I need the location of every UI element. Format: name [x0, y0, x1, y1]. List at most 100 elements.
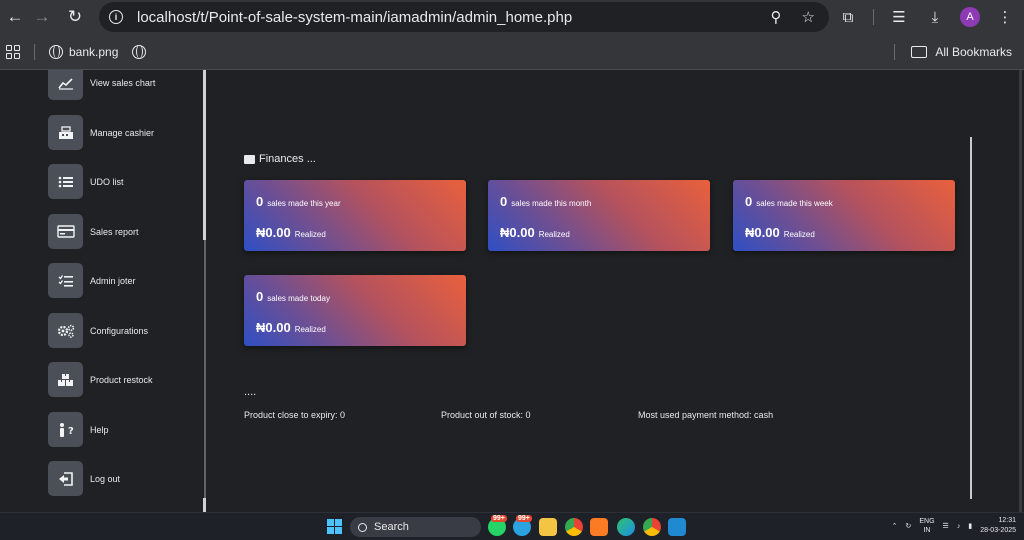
bookmarks-divider	[34, 43, 35, 60]
card-amount: ₦0.00	[745, 225, 780, 240]
reload-button[interactable]: ↻	[60, 2, 90, 32]
sidebar-item-view-sales-chart[interactable]: View sales chart	[48, 70, 155, 100]
card-sales-year: 0 sales made this year ₦0.00 Realized	[244, 180, 466, 251]
apps-grid-icon[interactable]	[6, 44, 20, 59]
page-scrollbar-track[interactable]	[1019, 70, 1022, 512]
card-status: Realized	[538, 230, 570, 239]
card-description: sales made this month	[511, 199, 592, 208]
bookmarks-right-divider	[894, 43, 896, 60]
volume-icon[interactable]: ♪	[957, 523, 961, 530]
card-count: 0	[256, 289, 264, 304]
content-scrollbar[interactable]	[970, 137, 972, 499]
all-bookmarks-button[interactable]: All Bookmarks	[894, 43, 1012, 60]
browser-toolbar: ← → ↻ i localhost/t/Point-of-sale-system…	[0, 0, 1024, 34]
whatsapp-badge: 99+	[491, 515, 507, 522]
card-status: Realized	[294, 230, 326, 239]
sidebar-item-log-out[interactable]: Log out	[48, 461, 120, 496]
address-bar[interactable]: i localhost/t/Point-of-sale-system-main/…	[99, 2, 829, 32]
sidebar-item-label: Admin joter	[90, 275, 136, 286]
card-count: 0	[745, 194, 753, 209]
sidebar-item-help[interactable]: ? Help	[48, 412, 109, 447]
system-tray: ⌃ ↻ ENG IN ☰ ♪ ▮ 12:31 28-03-2025	[892, 516, 1016, 536]
back-button[interactable]: ←	[0, 2, 30, 32]
taskbar-search[interactable]: Search	[350, 517, 481, 537]
help-icon: ?	[48, 412, 83, 447]
boxes-icon	[48, 362, 83, 397]
extensions-icon[interactable]: ⧉	[837, 4, 859, 30]
bookmark-globe[interactable]	[132, 44, 147, 59]
checklist-icon	[48, 263, 83, 298]
report-icon	[48, 214, 83, 249]
battery-icon[interactable]: ▮	[968, 522, 972, 530]
url-text[interactable]: localhost/t/Point-of-sale-system-main/ia…	[137, 9, 572, 26]
sidebar-item-admin-joter[interactable]: Admin joter	[48, 263, 136, 298]
card-description: sales made this week	[756, 199, 833, 208]
file-explorer-icon[interactable]	[539, 518, 557, 536]
sidebar-item-product-restock[interactable]: Product restock	[48, 362, 153, 397]
bookmark-star-icon[interactable]: ☆	[802, 8, 815, 26]
media-control-icon[interactable]: ☰	[888, 4, 910, 30]
cash-register-icon	[48, 115, 83, 150]
sidebar-item-label: Log out	[90, 473, 121, 484]
card-sales-today: 0 sales made today ₦0.00 Realized	[244, 275, 466, 346]
zoom-icon[interactable]: ⚲	[771, 8, 782, 26]
download-icon[interactable]: ⤓	[924, 4, 946, 30]
sidebar: View sales chart Manage cashier UDO list…	[0, 70, 206, 512]
wifi-icon[interactable]: ☰	[943, 522, 949, 530]
menu-kebab-icon[interactable]: ⋮	[994, 4, 1016, 30]
toolbar-divider	[873, 9, 874, 25]
xampp-icon[interactable]	[590, 518, 608, 536]
sidebar-item-label: Help	[90, 424, 109, 435]
clock-time: 12:31	[998, 517, 1016, 524]
sidebar-scrollbar[interactable]	[203, 70, 206, 240]
more-dots: ....	[244, 386, 257, 398]
section-title: Finances ...	[259, 153, 316, 165]
profile-avatar[interactable]: A	[960, 7, 980, 27]
card-status: Realized	[294, 325, 326, 334]
chrome-profile-icon[interactable]	[643, 518, 661, 536]
lang-secondary: IN	[923, 527, 931, 534]
sidebar-scrollbar-end[interactable]	[203, 498, 206, 512]
telegram-badge: 99+	[516, 515, 532, 522]
sidebar-item-udo-list[interactable]: UDO list	[48, 164, 124, 199]
bookmarks-bar: bank.png All Bookmarks	[0, 34, 1024, 70]
windows-start-icon[interactable]	[327, 519, 342, 534]
card-amount: ₦0.00	[256, 320, 291, 335]
sync-icon[interactable]: ↻	[906, 522, 912, 530]
card-status: Realized	[783, 230, 815, 239]
globe-icon	[49, 44, 63, 59]
gears-icon	[48, 313, 83, 348]
card-amount: ₦0.00	[500, 225, 535, 240]
chevron-up-icon[interactable]: ⌃	[892, 522, 898, 530]
card-amount: ₦0.00	[256, 225, 291, 240]
finances-heading: Finances ...	[244, 153, 316, 165]
edge-icon[interactable]	[617, 518, 635, 536]
sidebar-item-label: UDO list	[90, 176, 124, 187]
bookmark-bank[interactable]: bank.png	[49, 44, 119, 59]
site-info-icon[interactable]: i	[109, 10, 123, 24]
stat-payment-method: Most used payment method: cash	[638, 410, 774, 420]
sidebar-item-sales-report[interactable]: Sales report	[48, 214, 139, 249]
wallet-icon	[244, 154, 255, 164]
logout-icon	[48, 461, 83, 496]
stat-expiry: Product close to expiry: 0	[244, 410, 346, 420]
card-description: sales made today	[267, 294, 330, 303]
sidebar-item-label: Configurations	[90, 325, 149, 336]
chrome-icon[interactable]	[565, 518, 583, 536]
forward-button[interactable]: →	[27, 2, 57, 32]
sidebar-item-manage-cashier[interactable]: Manage cashier	[48, 115, 154, 150]
clock-date: 28-03-2025	[980, 527, 1016, 534]
globe-icon	[132, 44, 147, 59]
vscode-icon[interactable]	[668, 518, 686, 536]
sidebar-item-label: Product restock	[90, 374, 153, 385]
bookmark-label: bank.png	[69, 44, 119, 59]
card-count: 0	[256, 194, 264, 209]
card-sales-month: 0 sales made this month ₦0.00 Realized	[488, 180, 710, 251]
clock[interactable]: 12:31 28-03-2025	[980, 516, 1016, 536]
sidebar-item-configurations[interactable]: Configurations	[48, 313, 148, 348]
svg-text:?: ?	[68, 426, 74, 437]
folder-icon	[911, 45, 928, 58]
chart-icon	[48, 70, 83, 100]
windows-taskbar: Search 99+ 99+ ⌃ ↻ ENG IN ☰ ♪ ▮ 12:31 28…	[0, 512, 1024, 540]
language-indicator[interactable]: ENG IN	[919, 517, 934, 535]
